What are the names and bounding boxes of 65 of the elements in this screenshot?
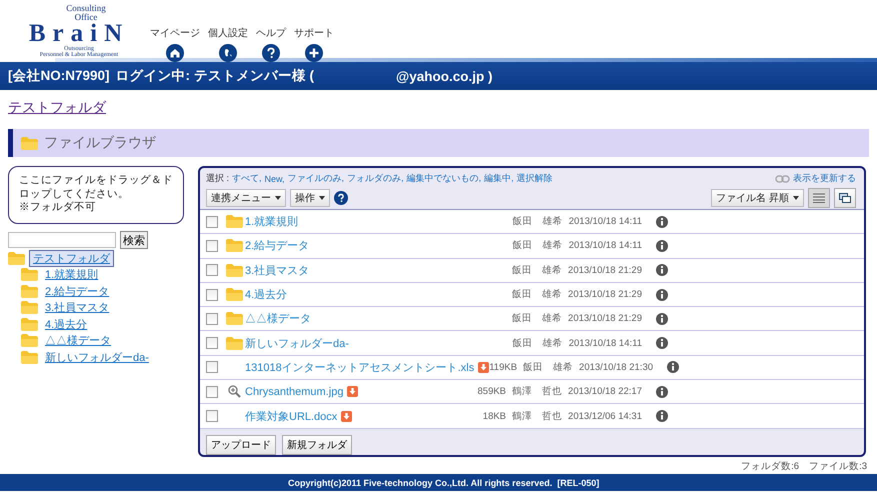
user-email: @yahoo.co.jp ) xyxy=(396,68,492,84)
select-link[interactable]: フォルダのみ, xyxy=(347,172,404,185)
tree-folder-link[interactable]: 2.給与データ xyxy=(42,284,112,299)
modified-date: 2013/10/18 21:29 xyxy=(568,264,642,276)
tree-folder-link[interactable]: 1.就業規則 xyxy=(42,267,102,282)
file-size: 119KB xyxy=(489,362,518,373)
modified-date: 2013/12/06 14:31 xyxy=(568,410,642,422)
tree-folder-link[interactable]: 4.過去分 xyxy=(42,316,90,332)
file-size: 18KB xyxy=(482,410,506,422)
modified-date: 2013/10/18 14:11 xyxy=(568,216,642,228)
modified-date: 2013/10/18 14:11 xyxy=(568,240,642,252)
select-link[interactable]: New, xyxy=(264,174,285,184)
owner-name: 鶴澤 哲也 xyxy=(512,385,562,398)
owner-name: 飯田 雄希 xyxy=(512,336,563,350)
modified-date: 2013/10/18 21:29 xyxy=(568,313,642,324)
select-link[interactable]: 編集中でないもの, xyxy=(406,172,482,185)
tree-folder-link[interactable]: 3.社員マスタ xyxy=(42,300,112,316)
select-link[interactable]: すべて, xyxy=(232,172,262,185)
tree-folder-link[interactable]: 新しいフォルダーda- xyxy=(42,350,152,365)
owner-name: 飯田 雄希 xyxy=(512,264,562,277)
owner-name: 飯田 雄希 xyxy=(512,288,562,302)
nav-link[interactable]: マイページ xyxy=(150,26,200,40)
select-label: 選択 : xyxy=(206,172,230,185)
dropdown-menu[interactable]: 連携メニュー xyxy=(206,189,286,207)
owner-name: 鶴澤 哲也 xyxy=(512,410,562,423)
owner-name: 飯田 雄希 xyxy=(512,312,562,326)
folder-link[interactable]: 新しいフォルダーda- xyxy=(245,336,349,351)
owner-name: 飯田 雄希 xyxy=(523,360,574,374)
modified-date: 2013/10/18 21:30 xyxy=(579,362,654,373)
modified-date: 2013/10/18 14:11 xyxy=(568,338,642,349)
section-title: ファイルブラウザ xyxy=(44,134,156,152)
action-button[interactable]: アップロード xyxy=(206,434,276,455)
owner-name: 飯田 雄希 xyxy=(512,239,563,252)
select-link[interactable]: 編集中, xyxy=(484,172,514,185)
copyright-text: Copyright(c)2011 Five-technology Co.,Ltd. All rights reserved. [REL-050] xyxy=(288,478,600,488)
login-status: ログイン中: テストメンバー様 ( xyxy=(116,67,314,85)
file-size: 859KB xyxy=(478,386,506,398)
folder-link[interactable]: 4.過去分 xyxy=(245,287,288,302)
nav-link[interactable]: 個人設定 xyxy=(208,26,248,40)
file-link[interactable]: Chrysanthemum.jpg xyxy=(245,386,344,398)
file-link[interactable]: 作業対象URL.docx xyxy=(245,408,338,424)
sort-dropdown[interactable]: ファイル名 昇順 xyxy=(711,189,804,207)
nav-link[interactable]: サポート xyxy=(294,26,334,40)
drop-zone[interactable]: ここにファイルをドラッグ＆ドロップしてください。 ※フォルダ不可 xyxy=(8,166,184,224)
nav-link[interactable]: ヘルプ xyxy=(256,26,286,40)
drop-instruction: ここにファイルをドラッグ＆ドロップしてください。 xyxy=(19,174,173,202)
folder-link[interactable]: 3.社員マスタ xyxy=(245,262,310,278)
owner-name: 飯田 雄希 xyxy=(512,215,563,228)
folder-link[interactable]: △△様データ xyxy=(245,311,311,326)
company-number: [会社NO:N7990] xyxy=(8,67,110,85)
select-link[interactable]: ファイルのみ, xyxy=(288,172,344,185)
dropdown-menu[interactable]: 操作 xyxy=(290,189,330,207)
drop-note: ※フォルダ不可 xyxy=(19,201,97,215)
item-counts: フォルダ数:6 ファイル数:3 xyxy=(741,461,867,472)
modified-date: 2013/10/18 22:17 xyxy=(568,386,642,398)
tree-folder-link[interactable]: △△様データ xyxy=(42,333,114,348)
folder-link[interactable]: 1.就業規則 xyxy=(245,214,298,230)
file-link[interactable]: 131018インターネットアセスメントシート.xls xyxy=(245,360,474,375)
tree-folder-link[interactable]: テストフォルダ xyxy=(29,250,114,267)
folder-link[interactable]: 2.給与データ xyxy=(245,238,310,254)
refresh-link[interactable]: 表示を更新する xyxy=(793,172,856,185)
modified-date: 2013/10/18 21:29 xyxy=(568,289,642,300)
search-button[interactable]: 検索 xyxy=(120,231,148,249)
select-link[interactable]: 選択解除 xyxy=(516,172,553,185)
action-button[interactable]: 新規フォルダ xyxy=(282,434,352,455)
